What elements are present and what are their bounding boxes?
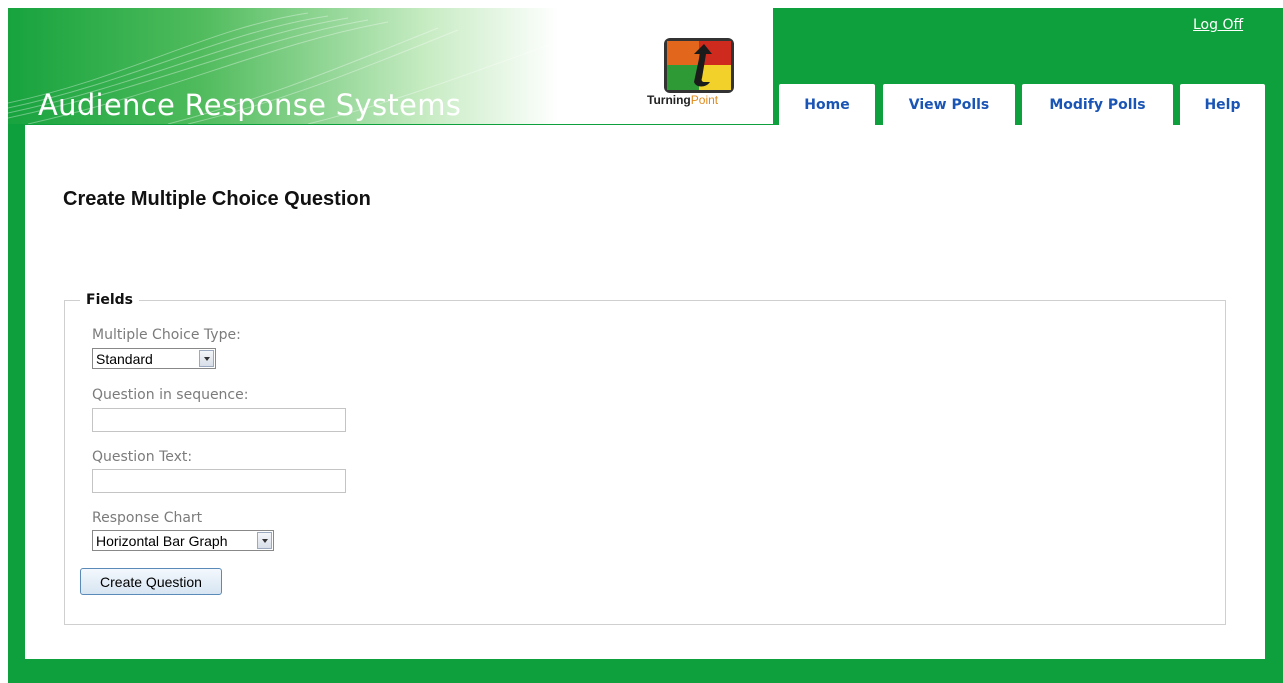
response-chart-select[interactable]: Horizontal Bar Graph [92,530,274,551]
mc-type-label: Multiple Choice Type: [92,327,241,343]
create-question-button[interactable]: Create Question [80,568,222,595]
sequence-label: Question in sequence: [92,387,249,403]
mc-type-value: Standard [96,350,153,367]
turningpoint-brand: TurningPoint [647,93,718,107]
header-banner: Audience Response Systems TurningPoint [8,8,773,124]
tab-view-polls[interactable]: View Polls [883,84,1015,126]
tab-home[interactable]: Home [779,84,875,126]
page-title: Create Multiple Choice Question [63,188,371,210]
response-chart-label: Response Chart [92,510,203,526]
brand-primary: Turning [647,93,691,107]
mc-type-select[interactable]: Standard [92,348,216,369]
chevron-down-icon [257,532,272,549]
tab-help[interactable]: Help [1180,84,1265,126]
logoff-link[interactable]: Log Off [1193,17,1243,33]
chevron-down-icon [199,350,214,367]
question-text-label: Question Text: [92,449,193,465]
site-title: Audience Response Systems [38,88,462,122]
question-text-input[interactable] [92,469,346,493]
fieldset-legend: Fields [80,292,140,308]
brand-secondary: Point [690,93,719,107]
fields-fieldset: Fields [64,292,1226,625]
tab-modify-polls[interactable]: Modify Polls [1022,84,1173,126]
response-chart-value: Horizontal Bar Graph [96,532,228,549]
main-content: Create Multiple Choice Question Fields M… [25,125,1265,659]
turningpoint-logo-icon [656,38,738,94]
sequence-input[interactable] [92,408,346,432]
